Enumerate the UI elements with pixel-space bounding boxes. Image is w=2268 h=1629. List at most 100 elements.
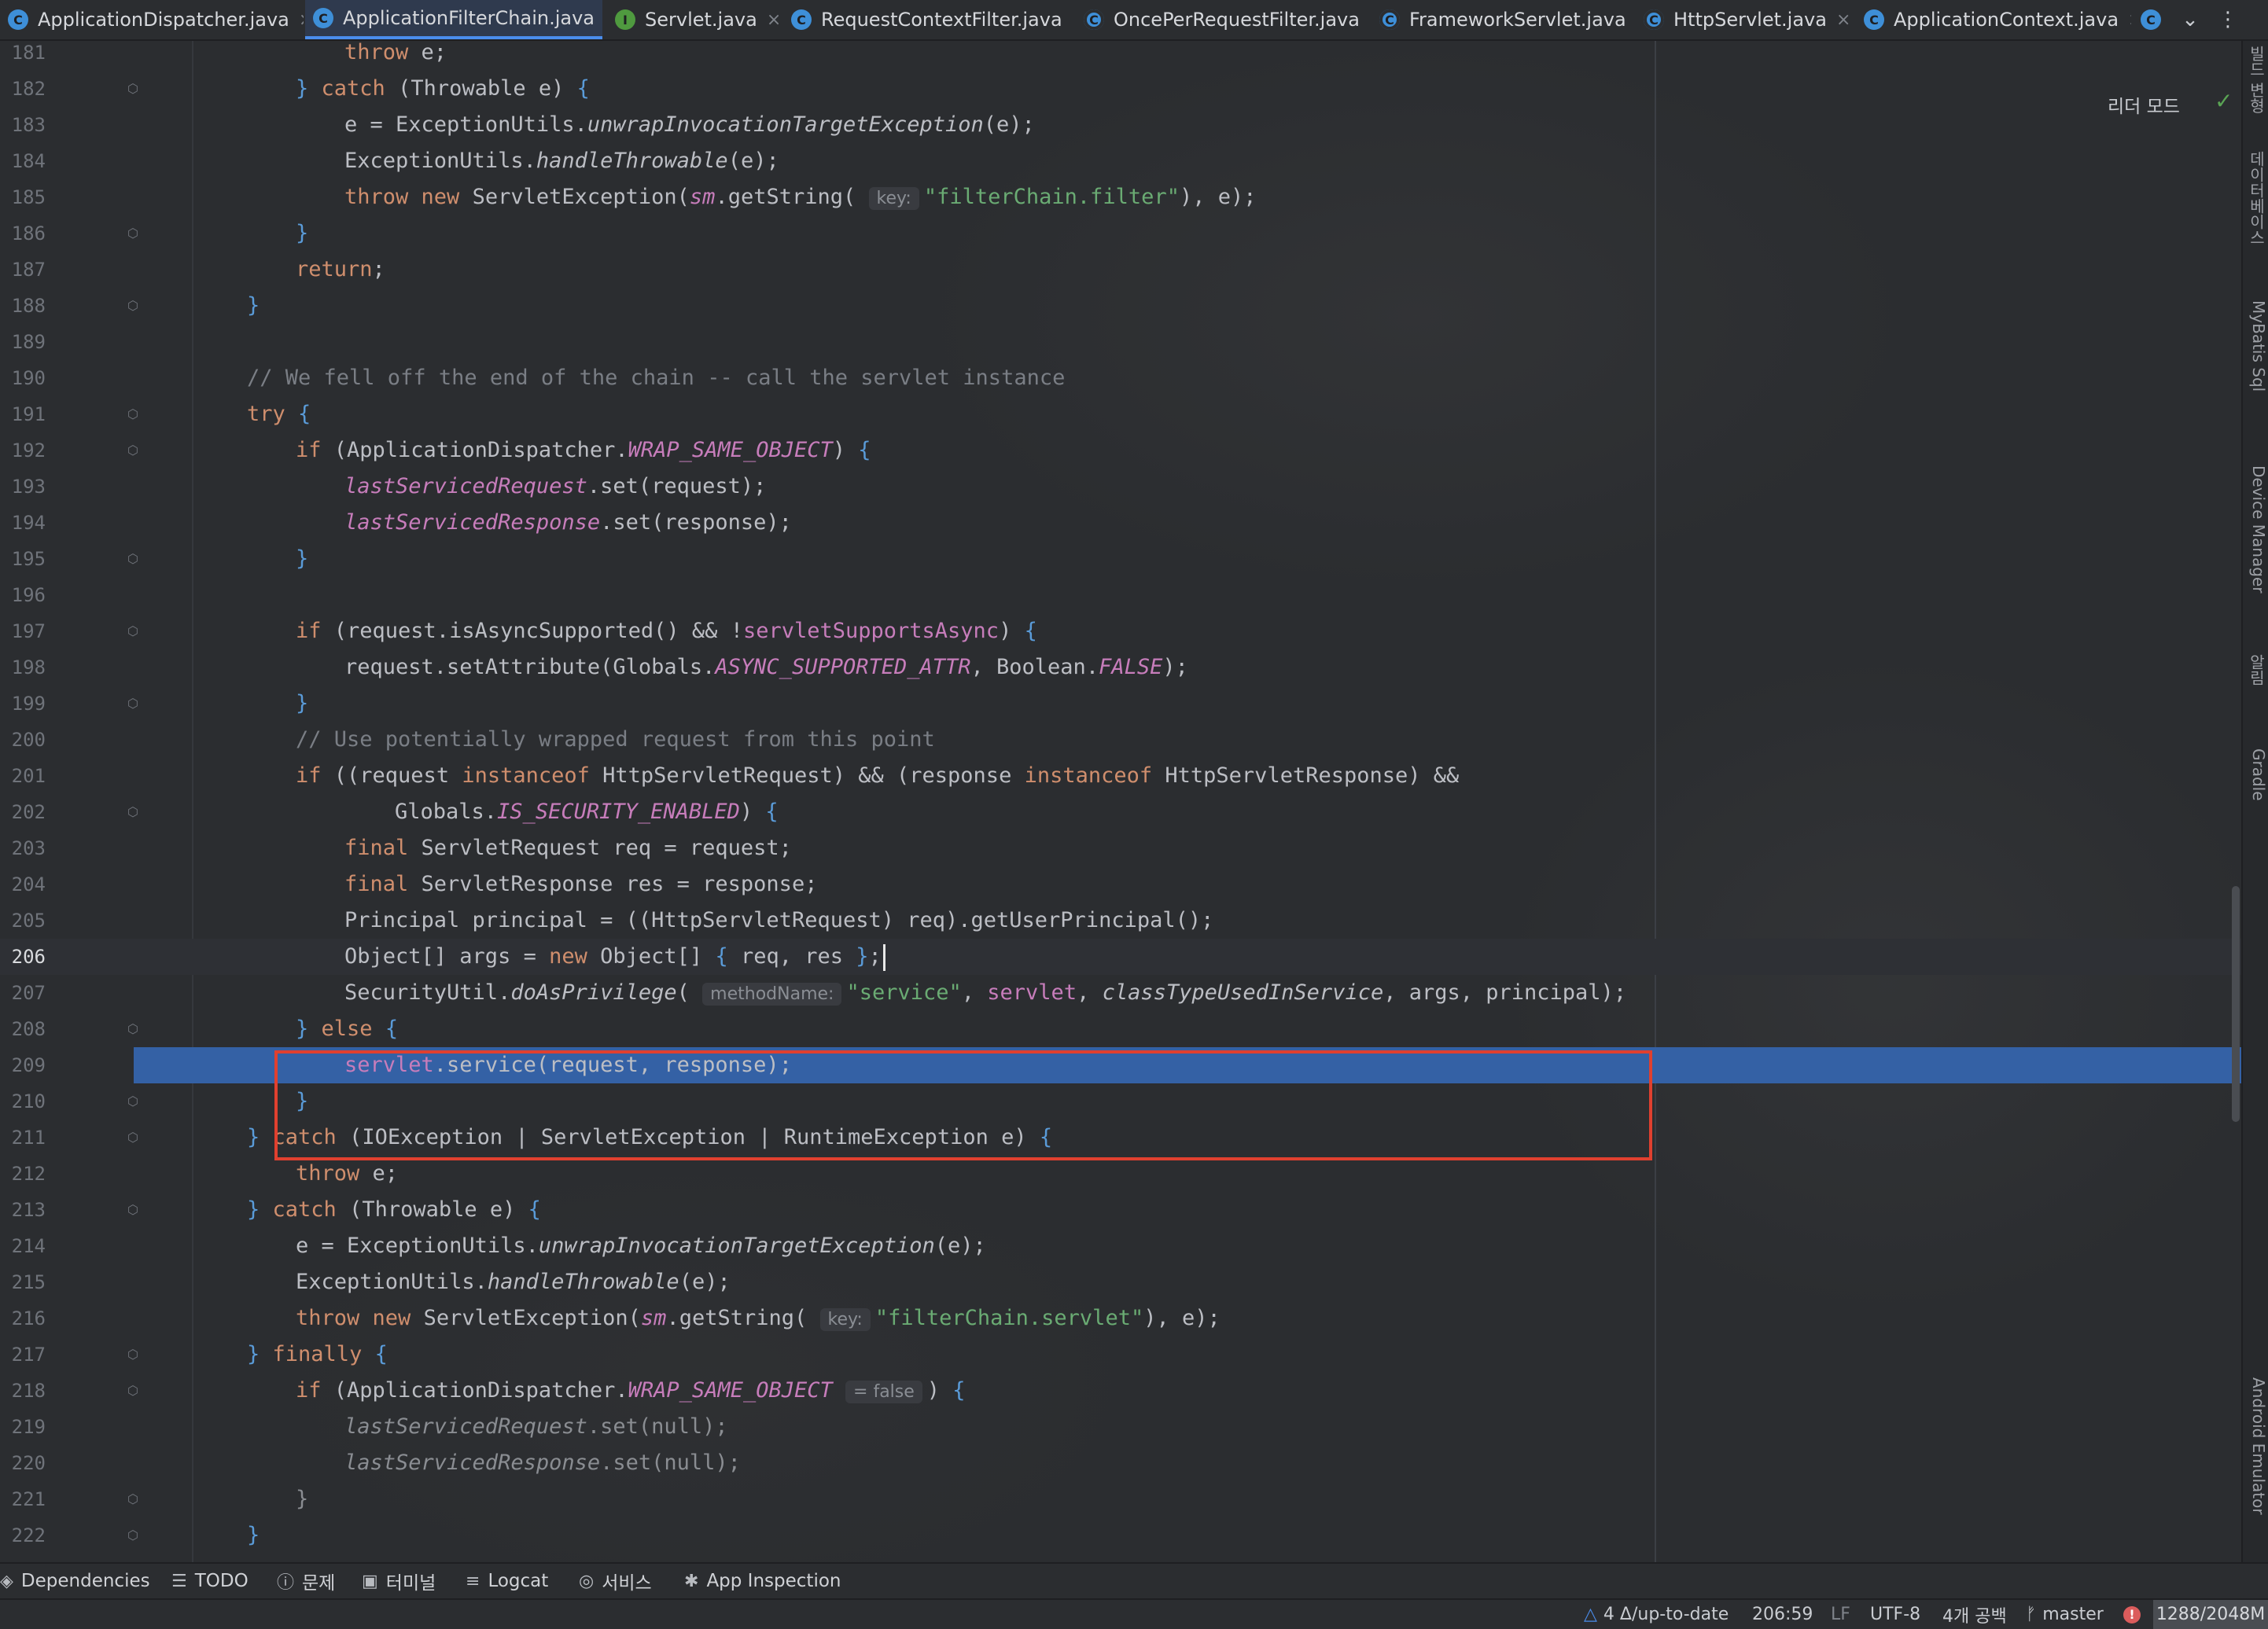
tab-servlet[interactable]: I Servlet.java ×	[607, 0, 779, 39]
tool-dependencies[interactable]: ◈ Dependencies	[0, 1564, 150, 1598]
more-vertical-icon[interactable]: ⋮	[2215, 0, 2241, 39]
code-line: 192 ⬡ if (ApplicationDispatcher.WRAP_SAM…	[0, 432, 2241, 469]
line-number: 206	[11, 946, 46, 968]
code-text: } finally {	[247, 1342, 388, 1366]
code-line: 184 ExceptionUtils.handleThrowable(e);	[0, 143, 2241, 179]
caret-position[interactable]: 206:59	[1752, 1600, 1813, 1629]
tool-label: 터미널	[385, 1573, 436, 1594]
fold-marker-icon[interactable]: ⬡	[126, 1528, 140, 1543]
fold-marker-icon[interactable]: ⬡	[126, 1348, 140, 1362]
memory-indicator[interactable]: 1288/2048M	[2153, 1600, 2268, 1629]
line-number: 216	[11, 1307, 46, 1329]
tool-app-inspection[interactable]: ✱ App Inspection	[684, 1564, 841, 1598]
code-text: } catch (Throwable e) {	[247, 1197, 541, 1222]
side-tool-android-emulator[interactable]: Android Emulator	[2246, 1377, 2268, 1515]
tab-once-per-request-filter[interactable]: C OncePerRequestFilter.java ×	[1076, 0, 1367, 39]
code-line: 186 ⬡ }	[0, 215, 2241, 252]
code-text: throw e;	[296, 1161, 399, 1186]
tab-application-context[interactable]: C ApplicationContext.java ×	[1856, 0, 2131, 39]
side-tool-notifications[interactable]: 알림	[2246, 654, 2268, 686]
tool-label: Dependencies	[20, 1571, 150, 1591]
code-text: final ServletRequest req = request;	[344, 836, 792, 860]
tool-terminal[interactable]: ▣ 터미널	[362, 1564, 436, 1598]
vcs-status[interactable]: △ 4 Δ/up-to-date	[1584, 1600, 1729, 1629]
fold-marker-icon[interactable]: ⬡	[126, 552, 140, 566]
fold-marker-icon[interactable]: ⬡	[126, 624, 140, 638]
tool-services[interactable]: ◎ 서비스	[579, 1564, 652, 1598]
line-number: 191	[11, 403, 46, 425]
code-line: 196	[0, 577, 2241, 613]
fold-marker-icon[interactable]: ⬡	[126, 226, 140, 241]
code-line: 181 throw e;	[0, 41, 2241, 71]
fold-marker-icon[interactable]: ⬡	[126, 697, 140, 711]
line-number: 219	[11, 1416, 46, 1438]
line-number: 185	[11, 186, 46, 208]
fold-marker-icon[interactable]: ⬡	[126, 1384, 140, 1398]
code-text: } else {	[296, 1017, 399, 1041]
close-icon[interactable]: ×	[1836, 10, 1850, 30]
close-icon[interactable]: ×	[299, 10, 304, 30]
tool-logcat[interactable]: ≡ Logcat	[466, 1564, 548, 1598]
code-line: 204 final ServletResponse res = response…	[0, 866, 2241, 903]
list-icon: ☰	[171, 1571, 187, 1591]
code-line: 220 lastServicedResponse.set(null);	[0, 1445, 2241, 1481]
line-number: 184	[11, 150, 46, 172]
tab-http-servlet[interactable]: C HttpServlet.java ×	[1636, 0, 1861, 39]
tool-todo[interactable]: ☰ TODO	[171, 1564, 249, 1598]
tab-application-dispatcher[interactable]: C ApplicationDispatcher.java ×	[0, 0, 304, 39]
code-text: if (ApplicationDispatcher.WRAP_SAME_OBJE…	[296, 1378, 966, 1403]
code-text: if ((request instanceof HttpServletReque…	[296, 763, 1460, 788]
fold-marker-icon[interactable]: ⬡	[126, 1203, 140, 1217]
side-tool-gradle[interactable]: Gradle	[2246, 748, 2268, 801]
line-number: 201	[11, 765, 46, 787]
code-editor[interactable]: 리더 모드 ✓ 181 throw e; 182 ⬡ } catch (Thro…	[0, 41, 2241, 1562]
side-tool-database[interactable]: 데이터베이스	[2246, 151, 2268, 245]
file-encoding[interactable]: UTF-8	[1870, 1600, 1920, 1629]
line-number: 183	[11, 114, 46, 136]
code-text: }	[247, 1523, 260, 1547]
line-separator[interactable]: LF	[1831, 1600, 1850, 1629]
code-comment: // We fell off the end of the chain -- c…	[247, 366, 1066, 390]
tool-problems[interactable]: ⓘ 문제	[277, 1564, 335, 1598]
fold-marker-icon[interactable]: ⬡	[126, 407, 140, 421]
code-text: throw e;	[344, 41, 447, 64]
side-tool-build-variants[interactable]: 빌드 변형	[2246, 46, 2268, 113]
close-icon[interactable]: ×	[2128, 10, 2131, 30]
git-branch[interactable]: ᚠ master	[2026, 1600, 2104, 1629]
error-indicator[interactable]: !	[2123, 1600, 2141, 1629]
indent-setting[interactable]: 4개 공백	[1942, 1600, 2007, 1629]
fold-marker-icon[interactable]: ⬡	[126, 1094, 140, 1109]
tab-request-context-filter[interactable]: C RequestContextFilter.java ×	[783, 0, 1071, 39]
fold-marker-icon[interactable]: ⬡	[126, 805, 140, 819]
abstract-class-icon: C	[1644, 9, 1664, 30]
code-text: try {	[247, 402, 311, 426]
code-text: request.setAttribute(Globals.ASYNC_SUPPO…	[344, 655, 1188, 679]
fold-marker-icon[interactable]: ⬡	[126, 1492, 140, 1506]
chevron-down-icon[interactable]: ⌄	[2170, 0, 2210, 39]
fold-marker-icon[interactable]: ⬡	[126, 299, 140, 313]
vertical-scrollbar[interactable]	[2232, 886, 2240, 1122]
fold-marker-icon[interactable]: ⬡	[126, 443, 140, 458]
fold-marker-icon[interactable]: ⬡	[126, 1022, 140, 1036]
line-number: 196	[11, 584, 46, 606]
code-text: final ServletResponse res = response;	[344, 872, 818, 896]
code-text: }	[296, 691, 309, 715]
line-number: 211	[11, 1127, 46, 1149]
fold-marker-icon[interactable]: ⬡	[126, 82, 140, 96]
side-tool-device-manager[interactable]: Device Manager	[2246, 465, 2268, 593]
tab-application-filter-chain[interactable]: C ApplicationFilterChain.java ×	[305, 0, 602, 39]
code-text: return;	[296, 257, 385, 281]
tab-framework-servlet[interactable]: C FrameworkServlet.java ×	[1371, 0, 1631, 39]
fold-marker-icon[interactable]: ⬡	[126, 1131, 140, 1145]
tab-label: ApplicationFilterChain.java	[343, 7, 595, 29]
code-text: if (request.isAsyncSupported() && !servl…	[296, 619, 1037, 643]
line-number: 202	[11, 801, 46, 823]
code-line: 215 ExceptionUtils.handleThrowable(e);	[0, 1264, 2241, 1300]
side-tool-mybatis[interactable]: MyBatis Sql	[2246, 300, 2268, 392]
code-text-unreachable: lastServicedResponse.set(null);	[344, 1451, 741, 1475]
line-number: 208	[11, 1018, 46, 1040]
close-icon[interactable]: ×	[767, 10, 779, 30]
code-line: 189	[0, 324, 2241, 360]
tab-overflow-partial[interactable]: C	[2133, 0, 2167, 39]
class-icon: C	[313, 8, 333, 28]
